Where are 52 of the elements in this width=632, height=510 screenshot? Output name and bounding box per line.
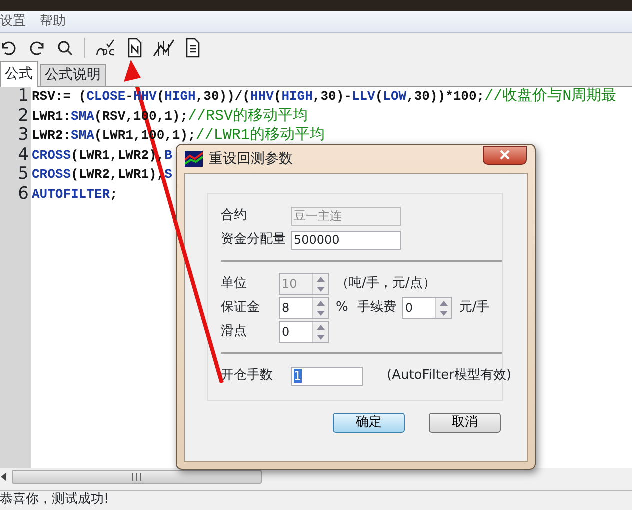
field-label: 资金分配量: [221, 231, 287, 250]
cancel-button[interactable]: 取消: [429, 413, 501, 433]
tab[interactable]: 公式: [0, 61, 38, 87]
unit-note: %: [336, 299, 348, 318]
menu-item[interactable]: 帮助: [32, 12, 72, 32]
field-label: 保证金: [221, 299, 261, 318]
input-field[interactable]: 1: [291, 366, 363, 386]
search-icon[interactable]: [56, 39, 74, 57]
field-label: 开仓手数: [221, 367, 274, 386]
ok-button[interactable]: 确定: [333, 413, 405, 433]
spin-up-icon[interactable]: [440, 300, 448, 306]
spin-down-icon[interactable]: [440, 310, 448, 316]
spin-down-icon[interactable]: [316, 334, 324, 340]
close-button[interactable]: [483, 146, 527, 165]
document-icon[interactable]: [185, 38, 201, 58]
code-line: AUTOFILTER;: [32, 186, 118, 204]
spellcheck-icon[interactable]: [95, 39, 117, 57]
tab[interactable]: 公式说明: [40, 64, 106, 86]
field-label: 手续费: [357, 299, 396, 318]
unit-note: 元/手: [459, 299, 490, 318]
document-n-icon[interactable]: [127, 38, 143, 58]
spin-field[interactable]: 8: [279, 297, 329, 319]
redo-icon[interactable]: [28, 39, 46, 57]
line-number: 3: [17, 126, 30, 146]
app-logo-icon: [185, 151, 203, 167]
line-number: 6: [17, 184, 30, 205]
arrow-head: [124, 60, 141, 82]
unit-note: (AutoFilter模型有效): [387, 367, 512, 386]
line-number: 2: [17, 106, 30, 126]
spin-field: 10: [279, 273, 329, 295]
spin-up-icon[interactable]: [316, 300, 324, 306]
line-number: 5: [17, 165, 30, 185]
chart-icon[interactable]: [153, 38, 175, 58]
field-label: 滑点: [221, 323, 248, 342]
line-number: 1: [17, 87, 30, 107]
status-text: 恭喜你，测试成功!: [0, 490, 632, 510]
line-number: 4: [17, 146, 30, 166]
scrollbar-thumb[interactable]: [12, 470, 262, 484]
input-field: 豆一主连: [291, 206, 401, 226]
menu-item[interactable]: 设置: [0, 12, 32, 32]
input-field[interactable]: 500000: [291, 230, 401, 250]
spin-field[interactable]: 0: [402, 297, 452, 319]
scroll-left-icon[interactable]: [0, 472, 8, 482]
spin-up-icon[interactable]: [316, 324, 324, 330]
undo-icon[interactable]: [0, 39, 18, 57]
field-label: 合约: [221, 207, 248, 226]
dialog-title: 重设回测参数: [209, 150, 293, 168]
field-label: 单位: [221, 275, 248, 294]
close-icon: [500, 150, 510, 160]
spin-down-icon[interactable]: [316, 310, 324, 316]
unit-note: （吨/手，元/点）: [336, 275, 436, 294]
spin-field[interactable]: 0: [279, 321, 329, 343]
